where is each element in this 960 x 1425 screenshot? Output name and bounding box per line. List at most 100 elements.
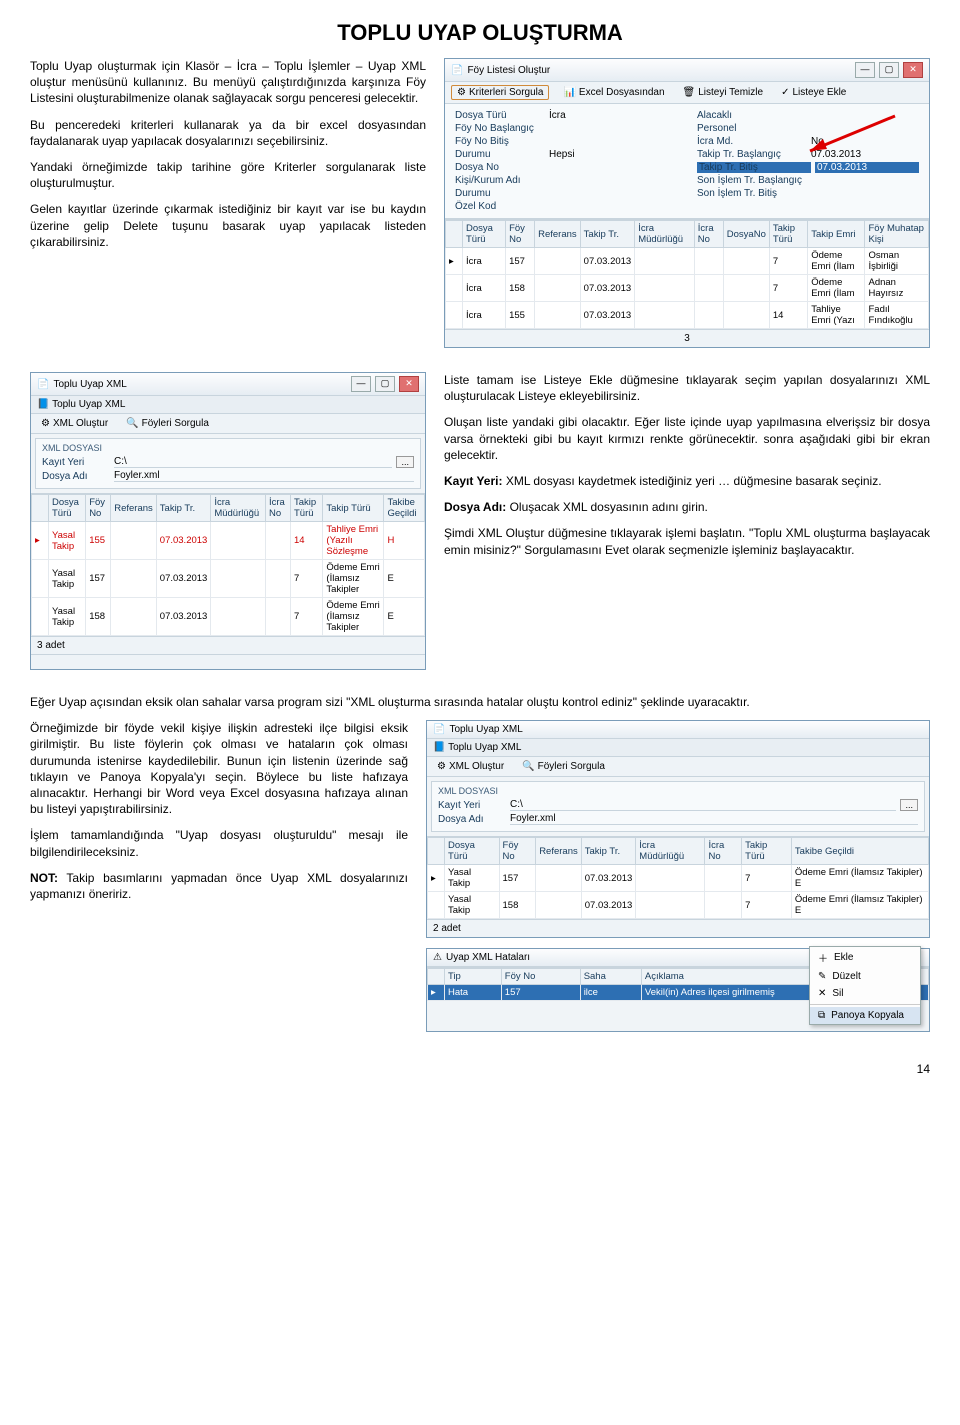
ctx-duzelt[interactable]: ✎Düzelt (810, 968, 920, 985)
col-header[interactable]: Saha (580, 969, 641, 985)
kriterleri-sorgula-button[interactable]: ⚙ Kriterleri Sorgula (451, 85, 549, 100)
table-row[interactable]: İcra15807.03.20137Ödeme Emri (İlamAdnan … (446, 275, 929, 302)
val-durumu2[interactable] (549, 188, 677, 199)
listeye-ekle-button[interactable]: ✓ Listeye Ekle (777, 86, 850, 99)
ctx-panoya-kopyala[interactable]: ⧉Panoya Kopyala (810, 1007, 920, 1024)
val-takip-bit[interactable]: 07.03.2013 (815, 162, 919, 173)
col-header[interactable]: İcra Müdürlüğü (635, 221, 695, 248)
cell: Yasal Takip (49, 598, 86, 636)
val-dosya-turu[interactable]: İcra (549, 110, 677, 121)
val-sonislem-bit[interactable] (811, 188, 919, 199)
col-header[interactable]: İcra No (705, 838, 742, 865)
browse-button[interactable]: ... (900, 799, 918, 811)
col-header[interactable]: Tip (445, 969, 502, 985)
lbl-kisi: Kişi/Kurum Adı (455, 175, 545, 186)
col-header[interactable]: İcra Müdürlüğü (211, 495, 266, 522)
col-header[interactable]: DosyaNo (723, 221, 769, 248)
val-durumu[interactable]: Hepsi (549, 149, 677, 160)
val-dosyano[interactable] (549, 162, 677, 173)
col-header[interactable]: Takibe Geçildi (791, 838, 928, 865)
minimize-button[interactable]: — (855, 62, 875, 78)
val-ozelkod[interactable] (549, 201, 677, 212)
plus-icon: ＋ (818, 950, 828, 965)
listeyi-temizle-button[interactable]: 🗑 Listeyi Temizle (679, 86, 768, 99)
val-kayit-yeri[interactable]: C:\ (510, 799, 896, 811)
col-header[interactable]: Takip Tr. (581, 838, 636, 865)
foyleri-sorgula-button[interactable]: 🔍 Föyleri Sorgula (122, 417, 213, 430)
cell: Ödeme Emri (İlamsız Takipler (323, 560, 384, 598)
ctx-sil[interactable]: ✕Sil (810, 985, 920, 1002)
table-row[interactable]: Yasal Takip15707.03.20137Ödeme Emri (İla… (32, 560, 425, 598)
lbl-takip-bas: Takip Tr. Başlangıç (697, 149, 807, 160)
ctx-ekle[interactable]: ＋Ekle (810, 947, 920, 968)
cell: Osman İşbirliği (865, 248, 929, 275)
cell: Fadıl Fındıkoğlu (865, 302, 929, 329)
close-button[interactable]: ✕ (903, 62, 923, 78)
cell: İcra (463, 302, 506, 329)
lbl-foyno-bit: Föy No Bitiş (455, 136, 545, 147)
col-header[interactable]: İcra Müdürlüğü (636, 838, 705, 865)
col-header[interactable]: Takip Emri (808, 221, 865, 248)
col-header[interactable]: İcra No (265, 495, 290, 522)
table-row[interactable]: ▸Yasal Takip15507.03.201314Tahliye Emri … (32, 522, 425, 560)
table-row[interactable]: Yasal Takip15807.03.20137Ödeme Emri (İla… (428, 892, 929, 919)
para-r4: Dosya Adı: Oluşacak XML dosyasının adını… (444, 499, 930, 515)
val-dosya-adi[interactable]: Foyler.xml (114, 470, 414, 482)
lbl-takip-bit: Takip Tr. Bitiş (697, 162, 811, 173)
table-row[interactable]: Yasal Takip15807.03.20137Ödeme Emri (İla… (32, 598, 425, 636)
col-header[interactable]: Takip Tr. (156, 495, 211, 522)
table-row[interactable]: İcra15507.03.201314Tahliye Emri (YazıFad… (446, 302, 929, 329)
cell: 07.03.2013 (156, 598, 211, 636)
col-header[interactable]: Takip Tr. (580, 221, 635, 248)
xml-olustur-label: XML Oluştur (53, 418, 108, 429)
val-sonislem-bas[interactable] (811, 175, 919, 186)
xml-olustur-button[interactable]: ⚙ XML Oluştur (433, 760, 508, 773)
col-header[interactable]: Takip Türü (742, 838, 792, 865)
lbl-alacakli: Alacaklı (697, 110, 807, 121)
table-row[interactable]: ▸Yasal Takip15707.03.20137Ödeme Emri (İl… (428, 865, 929, 892)
col-header[interactable]: Referans (536, 838, 582, 865)
col-header[interactable]: Dosya Türü (49, 495, 86, 522)
xml-olustur-button[interactable]: ⚙ XML Oluştur (37, 417, 112, 430)
maximize-button[interactable]: ▢ (375, 376, 395, 392)
cell: Yasal Takip (445, 892, 500, 919)
col-header[interactable]: Dosya Türü (463, 221, 506, 248)
minimize-button[interactable]: — (351, 376, 371, 392)
foy-listesi-window: 📄 Föy Listesi Oluştur — ▢ ✕ ⚙ Kriterleri… (444, 58, 930, 348)
col-header[interactable]: İcra No (694, 221, 723, 248)
col-header[interactable]: Referans (535, 221, 581, 248)
cell: 157 (499, 865, 536, 892)
maximize-button[interactable]: ▢ (879, 62, 899, 78)
error-icon: ⚠ (433, 952, 442, 963)
cell (265, 560, 290, 598)
col-header[interactable]: Föy No (86, 495, 111, 522)
val-dosya-adi[interactable]: Foyler.xml (510, 813, 918, 825)
val-foyno-bit[interactable] (549, 136, 677, 147)
col-header[interactable]: Föy No (501, 969, 580, 985)
col-header[interactable]: Referans (111, 495, 157, 522)
cell (636, 892, 705, 919)
col-header[interactable]: Föy Muhatap Kişi (865, 221, 929, 248)
kriterleri-sorgula-label: Kriterleri Sorgula (469, 87, 543, 98)
browse-button[interactable]: ... (396, 456, 414, 468)
cell (211, 560, 266, 598)
cell (694, 248, 723, 275)
excel-dosyasindan-button[interactable]: 📊 Excel Dosyasından (559, 86, 668, 99)
table-row[interactable]: ▸İcra15707.03.20137Ödeme Emri (İlamOsman… (446, 248, 929, 275)
col-header[interactable]: Föy No (506, 221, 535, 248)
col-header[interactable]: Dosya Türü (445, 838, 500, 865)
val-kisi[interactable] (549, 175, 677, 186)
lbl-icramd: İcra Md. (697, 136, 807, 147)
col-header[interactable]: Takip Türü (290, 495, 322, 522)
uyap-xml-hatalari-window: ⚠ Uyap XML Hataları TipFöy NoSahaAçıklam… (426, 948, 930, 1032)
val-kayit-yeri[interactable]: C:\ (114, 456, 392, 468)
col-header[interactable]: Takibe Geçildi (384, 495, 425, 522)
xml-group-title: XML DOSYASI (42, 443, 414, 453)
col-header[interactable]: Takip Türü (769, 221, 807, 248)
col-header[interactable]: Takip Türü (323, 495, 384, 522)
xml-group-title: XML DOSYASI (438, 786, 918, 796)
close-button[interactable]: ✕ (399, 376, 419, 392)
foyleri-sorgula-button[interactable]: 🔍 Föyleri Sorgula (518, 760, 609, 773)
col-header[interactable]: Föy No (499, 838, 536, 865)
val-foyno-bas[interactable] (549, 123, 677, 134)
